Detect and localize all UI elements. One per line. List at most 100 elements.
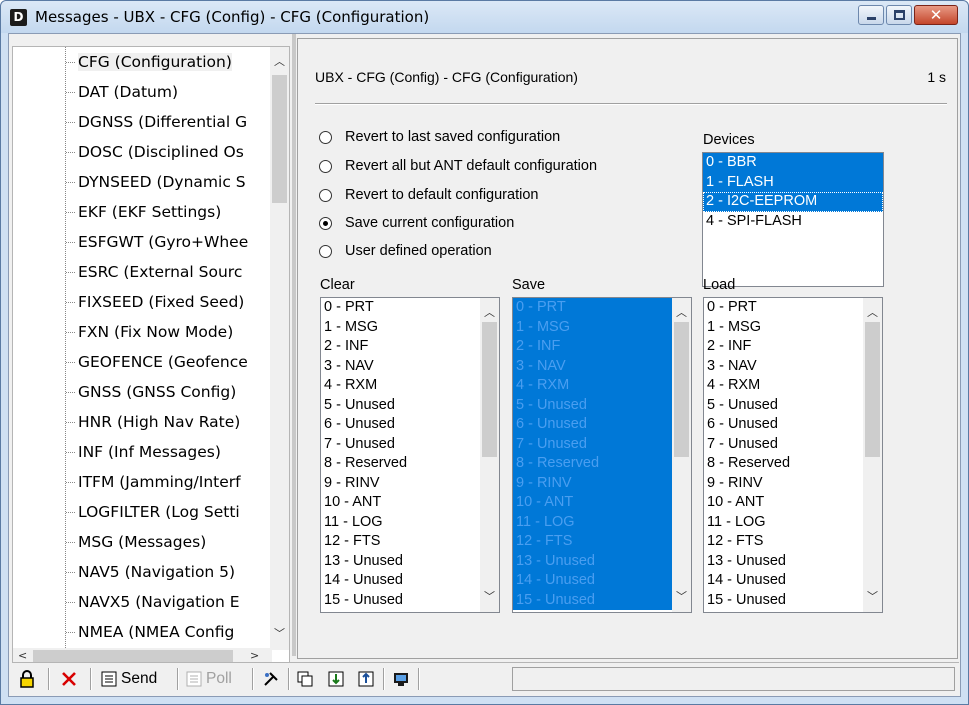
radio-button[interactable] <box>319 130 332 144</box>
save-item[interactable]: 14 - Unused <box>513 571 691 591</box>
scroll-up-icon[interactable]: ︿ <box>676 304 687 320</box>
load-item[interactable]: 15 - Unused <box>704 591 882 611</box>
load-item[interactable]: 2 - INF <box>704 337 882 357</box>
radio-button[interactable] <box>319 188 332 202</box>
save-scrollbar[interactable]: ︿ ﹀ <box>672 298 691 612</box>
load-listbox[interactable]: 0 - PRT 1 - MSG 2 - INF 3 - NAV 4 - RXM 5 - U… <box>703 297 883 613</box>
radio-option[interactable]: Revert all but ANT default configuration <box>319 155 597 177</box>
tree-item[interactable]: NMEA (NMEA Config <box>13 617 273 647</box>
device-item[interactable]: 1 - FLASH <box>703 172 883 192</box>
scroll-thumb[interactable] <box>674 322 689 457</box>
scroll-up-icon[interactable]: ︿ <box>484 304 495 320</box>
tree-item[interactable]: ESRC (External Sourc <box>13 257 273 287</box>
tree-item[interactable]: MSG (Messages) <box>13 527 273 557</box>
scroll-thumb[interactable] <box>482 322 497 457</box>
save-item[interactable]: 10 - ANT <box>513 493 691 513</box>
tree-item[interactable]: LOGFILTER (Log Setti <box>13 497 273 527</box>
maximize-button[interactable] <box>886 5 912 25</box>
save-item[interactable]: 2 - INF <box>513 337 691 357</box>
load-item[interactable]: 5 - Unused <box>704 396 882 416</box>
radio-option[interactable]: Save current configuration <box>319 212 514 234</box>
clear-item[interactable]: 0 - PRT <box>321 298 499 318</box>
clear-item[interactable]: 6 - Unused <box>321 415 499 435</box>
clear-item[interactable]: 13 - Unused <box>321 552 499 572</box>
tools-button[interactable] <box>262 666 280 692</box>
tree-item[interactable]: DAT (Datum) <box>13 77 273 107</box>
copy-button[interactable] <box>296 666 314 692</box>
save-item[interactable]: 3 - NAV <box>513 356 691 376</box>
tree-item[interactable]: NAVX5 (Navigation E <box>13 587 273 617</box>
load-item[interactable]: 13 - Unused <box>704 552 882 572</box>
save-item[interactable]: 0 - PRT <box>513 298 691 318</box>
clear-item[interactable]: 10 - ANT <box>321 493 499 513</box>
scroll-down-icon[interactable]: ﹀ <box>484 588 495 604</box>
clear-item[interactable]: 11 - LOG <box>321 513 499 533</box>
tree-item[interactable]: NAV5 (Navigation 5) <box>13 557 273 587</box>
load-item[interactable]: 12 - FTS <box>704 532 882 552</box>
load-scrollbar[interactable]: ︿ ﹀ <box>863 298 882 612</box>
scroll-up-icon[interactable]: ︿ <box>867 304 878 320</box>
scroll-left-icon[interactable]: < <box>18 649 27 662</box>
clear-item[interactable]: 14 - Unused <box>321 571 499 591</box>
load-item[interactable]: 7 - Unused <box>704 435 882 455</box>
poll-button[interactable]: Poll <box>185 666 232 692</box>
load-item[interactable]: 8 - Reserved <box>704 454 882 474</box>
export-button[interactable] <box>327 666 345 692</box>
minimize-button[interactable] <box>858 5 884 25</box>
clear-item[interactable]: 15 - Unused <box>321 591 499 611</box>
save-item[interactable]: 1 - MSG <box>513 317 691 337</box>
load-item[interactable]: 10 - ANT <box>704 493 882 513</box>
scroll-down-icon[interactable]: ﹀ <box>274 625 285 641</box>
load-item[interactable]: 0 - PRT <box>704 298 882 318</box>
tree-item[interactable]: DYNSEED (Dynamic S <box>13 167 273 197</box>
devices-listbox[interactable]: 0 - BBR 1 - FLASH 2 - I2C-EEPROM 4 - SPI-FL… <box>702 152 884 287</box>
send-button[interactable]: Send <box>100 666 157 692</box>
radio-button[interactable] <box>319 216 332 230</box>
radio-option[interactable]: Revert to last saved configuration <box>319 126 560 148</box>
delete-button[interactable] <box>60 666 78 692</box>
device-item[interactable]: 0 - BBR <box>703 153 883 173</box>
load-item[interactable]: 14 - Unused <box>704 571 882 591</box>
clear-item[interactable]: 12 - FTS <box>321 532 499 552</box>
scroll-up-icon[interactable]: ︿ <box>274 53 285 69</box>
device-item[interactable]: 4 - SPI-FLASH <box>703 212 883 232</box>
load-item[interactable]: 4 - RXM <box>704 376 882 396</box>
tree-vertical-scrollbar[interactable]: ︿ ﹀ <box>270 47 289 650</box>
radio-option[interactable]: User defined operation <box>319 240 492 262</box>
import-button[interactable] <box>357 666 375 692</box>
scroll-down-icon[interactable]: ﹀ <box>676 588 687 604</box>
scroll-thumb[interactable] <box>865 322 880 457</box>
tree-item[interactable]: EKF (EKF Settings) <box>13 197 273 227</box>
tree-item[interactable]: DOSC (Disciplined Os <box>13 137 273 167</box>
clear-item[interactable]: 2 - INF <box>321 337 499 357</box>
clear-item[interactable]: 8 - Reserved <box>321 454 499 474</box>
save-item[interactable]: 11 - LOG <box>513 512 691 532</box>
tree-scroll-thumb[interactable] <box>272 75 287 203</box>
tree-item[interactable]: CFG (Configuration) <box>13 47 273 77</box>
load-item[interactable]: 6 - Unused <box>704 415 882 435</box>
tree-item[interactable]: GEOFENCE (Geofence <box>13 347 273 377</box>
load-item[interactable]: 9 - RINV <box>704 474 882 494</box>
clear-item[interactable]: 3 - NAV <box>321 357 499 377</box>
clear-scrollbar[interactable]: ︿ ﹀ <box>480 298 499 612</box>
lock-button[interactable] <box>18 666 36 692</box>
save-item[interactable]: 8 - Reserved <box>513 454 691 474</box>
save-listbox[interactable]: 0 - PRT 1 - MSG 2 - INF 3 - NAV 4 - RXM 5 - U… <box>512 297 692 613</box>
clear-listbox[interactable]: 0 - PRT 1 - MSG 2 - INF 3 - NAV 4 - RXM 5 - U… <box>320 297 500 613</box>
save-item[interactable]: 5 - Unused <box>513 395 691 415</box>
save-item[interactable]: 15 - Unused <box>513 590 691 610</box>
save-item[interactable]: 9 - RINV <box>513 473 691 493</box>
message-tree[interactable]: CFG (Configuration) DAT (Datum) DGNSS (Dif… <box>12 46 290 666</box>
tree-item[interactable]: HNR (High Nav Rate) <box>13 407 273 437</box>
load-item[interactable]: 3 - NAV <box>704 357 882 377</box>
tree-item[interactable]: DGNSS (Differential G <box>13 107 273 137</box>
save-item[interactable]: 6 - Unused <box>513 415 691 435</box>
radio-button[interactable] <box>319 159 332 173</box>
clear-item[interactable]: 5 - Unused <box>321 396 499 416</box>
radio-button[interactable] <box>319 244 332 258</box>
save-item[interactable]: 12 - FTS <box>513 532 691 552</box>
load-item[interactable]: 11 - LOG <box>704 513 882 533</box>
clear-item[interactable]: 9 - RINV <box>321 474 499 494</box>
tree-item[interactable]: ITFM (Jamming/Interf <box>13 467 273 497</box>
save-item[interactable]: 7 - Unused <box>513 434 691 454</box>
